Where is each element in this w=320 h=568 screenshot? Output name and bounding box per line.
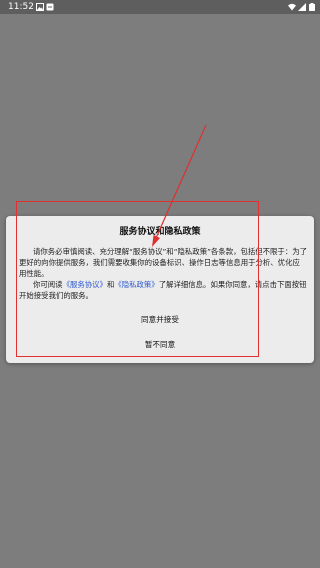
wifi-icon — [288, 3, 296, 11]
dialog-body: 请你务必审慎阅读、充分理解“服务协议”和“隐私政策”各条款，包括但不限于：为了更… — [19, 246, 307, 301]
agree-button[interactable]: 同意并接受 — [116, 312, 204, 328]
status-bar: 11:52 — [0, 0, 320, 14]
battery-icon — [309, 3, 315, 11]
signal-icon — [298, 3, 306, 11]
image-icon — [36, 3, 44, 11]
dialog-paragraph-2: 你可阅读《服务协议》和《隐私政策》了解详细信息。如果你同意，请点击下面按钮开始接… — [19, 279, 307, 301]
service-agreement-link[interactable]: 《服务协议》 — [63, 280, 107, 289]
notification-icon — [46, 3, 54, 11]
dialog-title: 服务协议和隐私政策 — [119, 227, 201, 237]
privacy-dialog: 服务协议和隐私政策 请你务必审慎阅读、充分理解“服务协议”和“隐私政策”各条款，… — [6, 216, 314, 363]
privacy-policy-link[interactable]: 《隐私政策》 — [114, 280, 158, 289]
disagree-button[interactable]: 暂不同意 — [116, 337, 204, 353]
paragraph-2-prefix: 你可阅读 — [33, 280, 63, 289]
status-time: 11:52 — [8, 2, 34, 12]
dialog-paragraph-1: 请你务必审慎阅读、充分理解“服务协议”和“隐私政策”各条款，包括但不限于：为了更… — [19, 247, 307, 278]
